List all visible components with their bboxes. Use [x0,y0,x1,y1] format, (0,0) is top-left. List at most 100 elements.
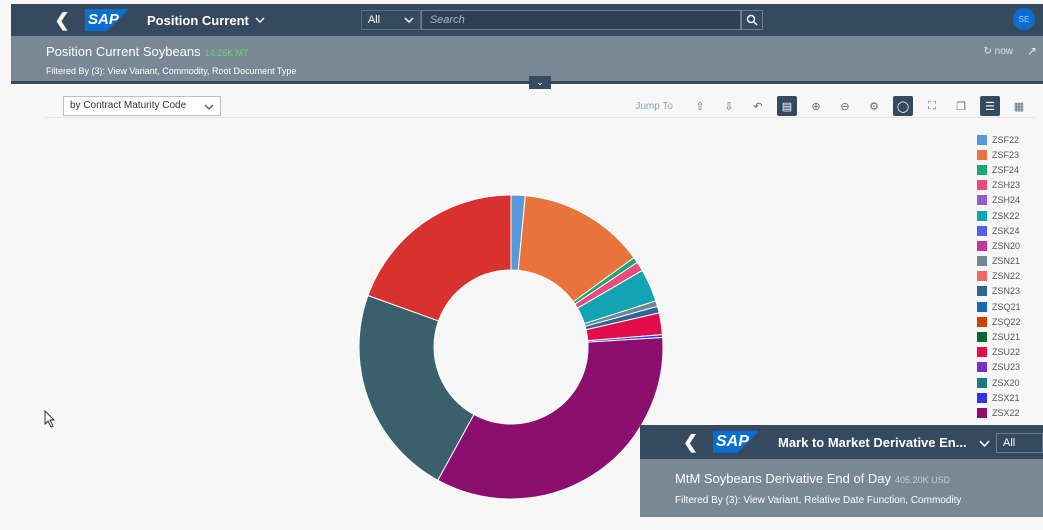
page-title: Position Current Soybeans 14.26K MT [46,44,249,59]
legend-item[interactable]: ZSU23 [977,360,1021,375]
legend-label: ZSF22 [992,134,1020,145]
shell-bar: ❮ SAP Position Current All Search SE [11,4,1043,36]
quantity-badge: 14.26K MT [204,48,249,58]
legend-item[interactable]: ZSX20 [977,375,1021,390]
legend-swatch [977,316,987,327]
legend-swatch [977,149,987,160]
legend-swatch [977,407,987,418]
chevron-down-icon [404,17,414,23]
search-scope-select[interactable]: All [360,10,421,30]
page-title: MtM Soybeans Derivative End of Day 405.20… [675,471,950,486]
legend-swatch [977,225,987,236]
page-title-text: MtM Soybeans Derivative End of Day [675,471,892,486]
back-button[interactable]: ❮ [47,10,77,31]
legend-swatch [977,377,987,388]
legend-item[interactable]: ZSQ21 [977,299,1021,314]
legend-label: ZSN23 [992,286,1021,297]
legend-label: ZSN20 [992,240,1021,251]
settings-icon[interactable]: ⚙ [864,96,884,116]
legend-item[interactable]: ZSU22 [977,345,1021,360]
legend-label: ZSN22 [992,271,1021,282]
fullscreen-icon[interactable]: ⛶ [922,96,942,116]
legend-swatch [977,180,987,191]
legend-label: ZSQ22 [992,316,1021,327]
legend-label: ZSQ21 [992,301,1021,312]
chevron-down-icon [255,17,265,23]
search-icon [746,14,758,26]
refresh-label: now [994,46,1013,57]
legend-label: ZSU21 [992,332,1021,343]
search-button[interactable] [740,10,763,30]
jump-up-icon[interactable]: ⇧ [690,96,710,116]
app-title-menu[interactable]: Position Current [147,13,265,28]
legend-item[interactable]: ZSH24 [977,193,1021,208]
legend-label: ZSU23 [992,362,1021,373]
sap-logo[interactable]: SAP [713,431,759,453]
search-scope-select[interactable]: All [996,433,1043,453]
legend-swatch [977,195,987,206]
legend-item[interactable]: ZSQ22 [977,314,1021,329]
legend-label: ZSU22 [992,347,1021,358]
zoom-out-icon[interactable]: ⊖ [835,96,855,116]
legend-label: ZSF23 [992,149,1020,160]
legend-item[interactable]: ZSU21 [977,329,1021,344]
legend-swatch [977,164,987,175]
legend-item[interactable]: ZSK22 [977,208,1021,223]
legend-item[interactable]: ZSF23 [977,147,1021,162]
legend-swatch [977,240,987,251]
legend-swatch [977,392,987,403]
chart-view-icon[interactable]: ☰ [980,96,1000,116]
donut-chart-icon[interactable]: ◯ [893,96,913,116]
legend-item[interactable]: ZSN22 [977,269,1021,284]
legend-item[interactable]: ZSX21 [977,390,1021,405]
legend-item[interactable]: ZSF24 [977,162,1021,177]
search-input[interactable]: Search [420,10,741,30]
amount-badge: 405.20K USD [895,475,951,485]
page-title-text: Position Current Soybeans [46,44,201,59]
drill-icon[interactable]: ↶ [748,96,768,116]
mouse-cursor-icon [44,410,56,428]
share-icon[interactable]: ↗ [1027,44,1037,58]
app-title: Position Current [147,12,249,28]
jump-to-label[interactable]: Jump To [635,101,673,112]
legend-item[interactable]: ZSN20 [977,238,1021,253]
legend-label: ZSX20 [992,377,1020,388]
legend-label: ZSH23 [992,180,1021,191]
chevron-down-icon [204,104,214,110]
legend-item[interactable]: ZSN21 [977,254,1021,269]
group-by-value: by Contract Maturity Code [70,100,187,111]
legend-label: ZSK24 [992,225,1020,236]
secondary-app-window[interactable]: ❮ SAP Mark to Market Derivative En... Al… [640,425,1043,517]
collapse-header-button[interactable]: ⌄ [529,76,551,89]
table-view-icon[interactable]: ▦ [1009,96,1029,116]
refresh-button[interactable]: ↻ now [983,46,1013,57]
back-button[interactable]: ❮ [683,432,703,453]
legend-swatch [977,347,987,358]
legend-swatch [977,271,987,282]
legend-swatch [977,286,987,297]
sap-logo-text: SAP [88,11,119,28]
legend-item[interactable]: ZSH23 [977,178,1021,193]
legend-swatch [977,362,987,373]
legend-label: ZSK22 [992,210,1020,221]
app-title-menu[interactable]: Mark to Market Derivative En... [778,435,990,450]
filter-summary: Filtered By (3): View Variant, Relative … [675,495,962,506]
legend-item[interactable]: ZSK24 [977,223,1021,238]
legend-swatch [977,301,987,312]
filter-summary: Filtered By (3): View Variant, Commodity… [46,66,297,76]
legend-item[interactable]: ZSX22 [977,405,1021,420]
sap-logo[interactable]: SAP [85,9,129,31]
legend-item[interactable]: ZSF22 [977,132,1021,147]
legend-label: ZSF24 [992,164,1020,175]
group-by-select[interactable]: by Contract Maturity Code [63,96,221,116]
donut-slice-zsx24[interactable] [367,194,512,322]
user-avatar[interactable]: SE [1013,8,1035,30]
chart-toolbar: by Contract Maturity Code Jump To ⇧ ⇩ ↶ … [45,94,1035,118]
legend-toggle-icon[interactable]: ▤ [777,96,797,116]
zoom-in-icon[interactable]: ⊕ [806,96,826,116]
copy-icon[interactable]: ❐ [951,96,971,116]
legend-item[interactable]: ZSN23 [977,284,1021,299]
legend-label: ZSH24 [992,195,1021,206]
search-scope-value: All [367,14,381,26]
jump-down-icon[interactable]: ⇩ [719,96,739,116]
